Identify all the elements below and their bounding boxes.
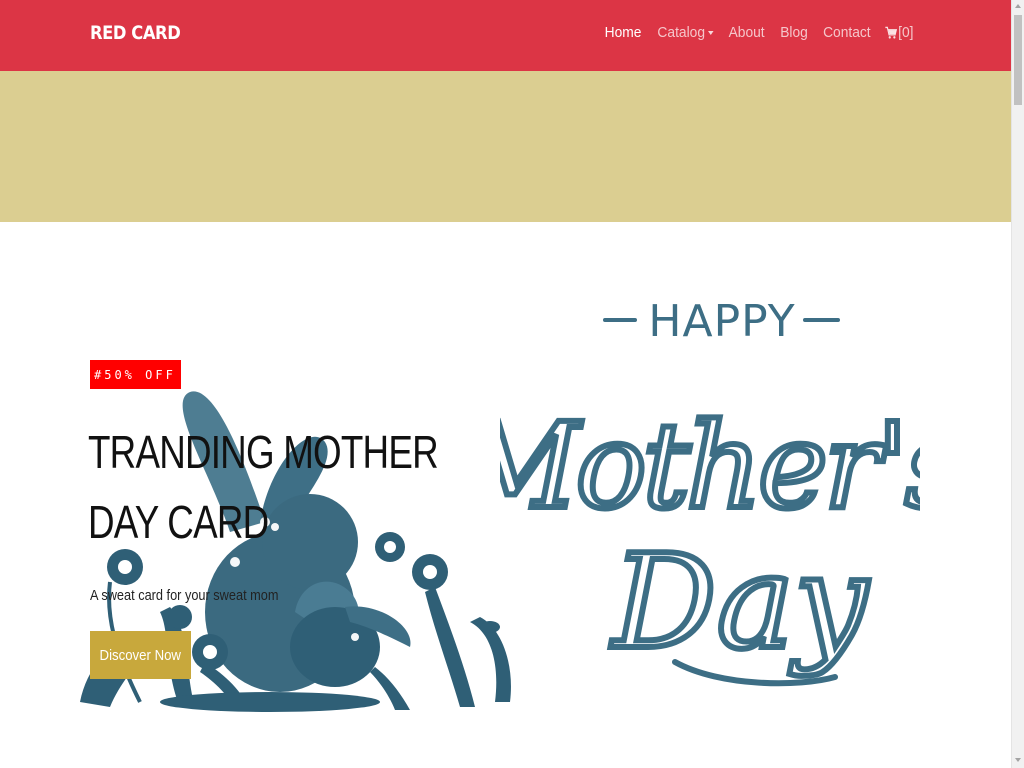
cart-count: [0] bbox=[898, 24, 914, 41]
nav-about[interactable]: About bbox=[729, 24, 765, 41]
nav-about-label: About bbox=[728, 24, 766, 41]
lettering-happy: HAPPY bbox=[648, 296, 795, 347]
scrollbar-thumb[interactable] bbox=[1014, 15, 1022, 105]
nav-cart[interactable]: [0] bbox=[885, 24, 914, 41]
scroll-up-arrow-icon[interactable] bbox=[1015, 4, 1021, 8]
scroll-down-arrow-icon[interactable] bbox=[1015, 758, 1021, 762]
nav-contact[interactable]: Contact bbox=[823, 24, 871, 41]
hero-subtitle: A sweat card for your sweat mom bbox=[90, 587, 279, 604]
discover-now-label: Discover Now bbox=[99, 646, 182, 664]
hero-section: HAPPY Mother's Day #50% OFF TRANDING MOT… bbox=[0, 222, 1011, 768]
main-nav: Home Catalog About Blog Contact [0] bbox=[591, 24, 915, 41]
nav-catalog-label: Catalog bbox=[657, 24, 705, 41]
nav-home[interactable]: Home bbox=[604, 24, 641, 41]
nav-home-label: Home bbox=[604, 24, 642, 41]
nav-blog[interactable]: Blog bbox=[780, 24, 808, 41]
top-banner bbox=[0, 71, 1011, 222]
top-navbar: RED CARD Home Catalog About Blog Contact… bbox=[0, 0, 1011, 71]
cart-icon bbox=[885, 26, 898, 39]
nav-catalog[interactable]: Catalog bbox=[657, 24, 713, 41]
happy-mothers-day-lettering: HAPPY Mother's Day bbox=[500, 296, 920, 687]
lettering-mothers: Mother's bbox=[500, 397, 920, 535]
discount-badge: #50% OFF bbox=[90, 360, 181, 389]
discover-now-button[interactable]: Discover Now bbox=[90, 631, 191, 679]
page-scrollbar[interactable] bbox=[1011, 0, 1024, 768]
lettering-day: Day bbox=[610, 526, 869, 678]
nav-blog-label: Blog bbox=[779, 24, 808, 41]
nav-contact-label: Contact bbox=[822, 24, 871, 41]
brand-logo[interactable]: RED CARD bbox=[90, 22, 181, 44]
hero-title: TRANDING MOTHER DAY CARD bbox=[88, 426, 439, 548]
dropdown-caret-icon bbox=[707, 30, 713, 35]
